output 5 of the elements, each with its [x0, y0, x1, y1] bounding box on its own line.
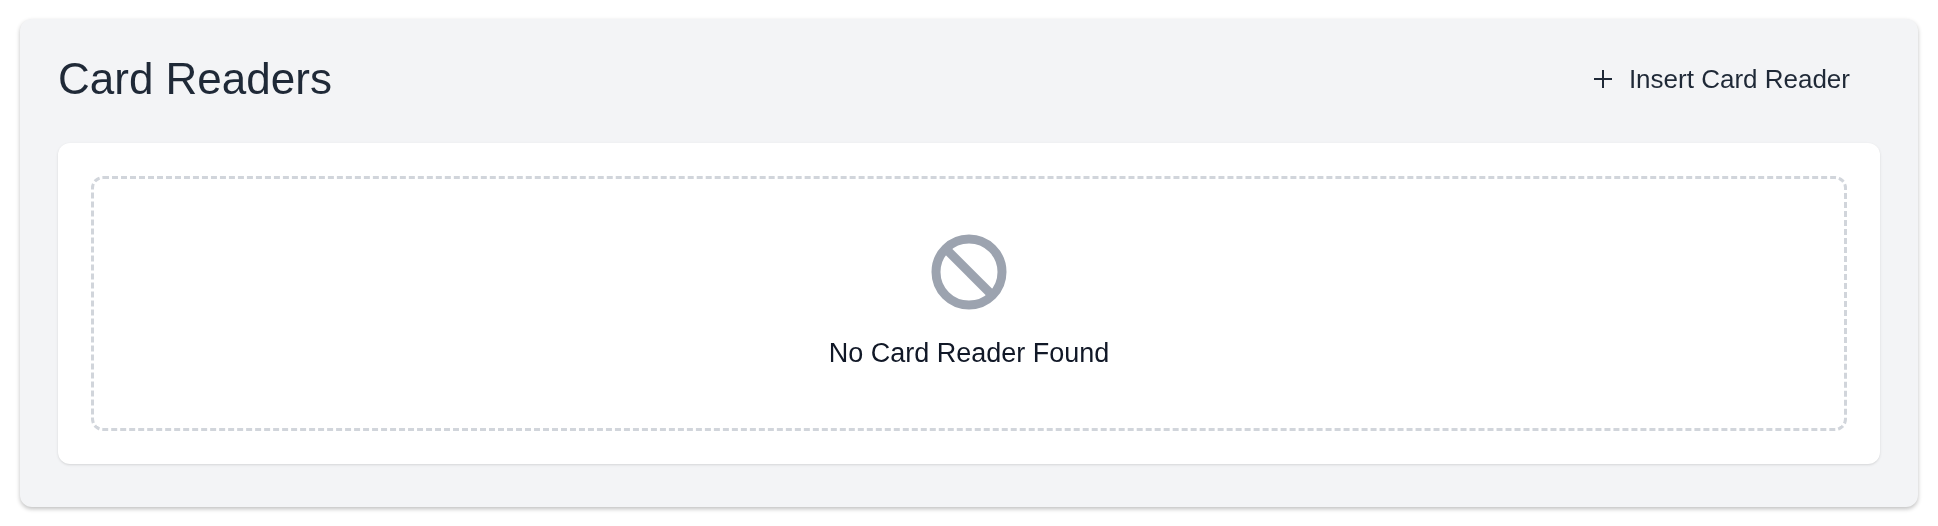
prohibited-icon — [930, 233, 1008, 312]
empty-state-message: No Card Reader Found — [828, 337, 1110, 371]
plus-icon — [1592, 69, 1613, 89]
insert-card-reader-button[interactable]: Insert Card Reader — [1572, 51, 1870, 107]
page-title: Card Readers — [58, 57, 332, 101]
